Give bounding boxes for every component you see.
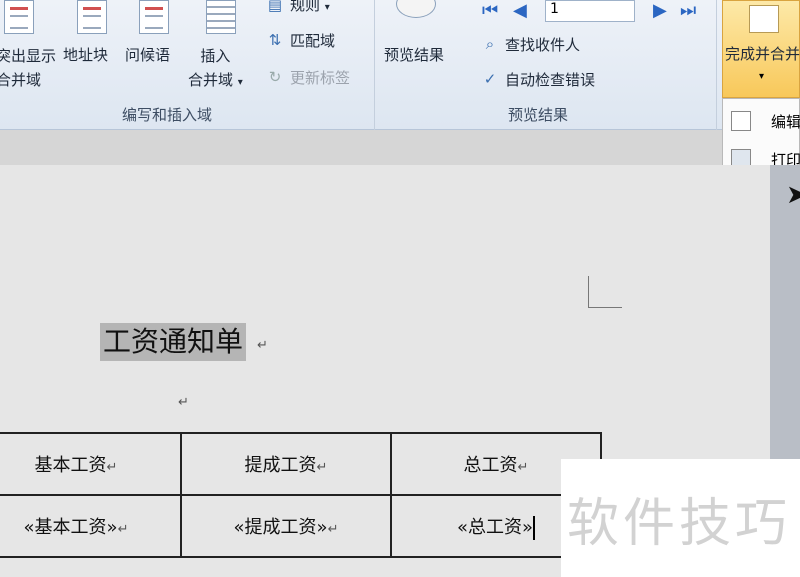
finish-merge-icon [749,5,779,33]
record-number-input[interactable]: 1 [545,0,635,22]
group-separator [374,0,375,130]
highlight-fields-button[interactable]: 突出显示 合并域 [0,44,56,92]
merge-field-cell[interactable]: «基本工资»↵ [0,494,182,558]
greeting-line-button[interactable]: 问候语 [125,44,170,65]
previous-record-icon[interactable]: ◀ [513,0,527,21]
finish-merge-label: 完成并合并 [725,45,800,63]
match-fields-button[interactable]: 匹配域 [290,30,335,51]
rules-icon: ▤ [267,0,283,14]
margin-corner-mark [588,276,622,308]
update-labels-icon: ↻ [268,68,282,86]
find-recipient-button[interactable]: 查找收件人 [505,34,580,55]
check-errors-button[interactable]: 自动检查错误 [505,69,595,90]
group-label-preview: 预览结果 [508,106,569,124]
watermark: 软件技巧 [561,459,800,577]
paragraph-mark-icon: ↵ [178,395,189,410]
edit-documents-icon [731,111,751,131]
address-block-button[interactable]: 地址块 [63,44,108,65]
first-record-icon[interactable]: ⏮ [482,0,498,21]
preview-results-button[interactable]: 预览结果 [384,44,444,65]
last-record-icon[interactable]: ⏭ [680,0,696,21]
cell-mark-icon: ↵ [327,522,339,537]
find-recipient-icon: ⌕ [485,35,495,53]
update-labels-button[interactable]: 更新标签 [290,67,350,88]
chevron-down-icon: ▾ [324,2,330,13]
table-row: 基本工资↵ 提成工资↵ 总工资↵ [0,432,602,496]
table-header-cell: 基本工资↵ [0,432,182,496]
rules-button[interactable]: 规则 ▾ [290,0,330,15]
next-record-icon[interactable]: ▶ [653,0,667,21]
document-title: 工资通知单 [100,323,247,361]
preview-results-icon [396,0,436,18]
cell-mark-icon: ↵ [106,460,118,475]
paragraph-mark-icon: ↵ [257,338,268,353]
finish-merge-button[interactable]: 完成并合并 ▾ [722,0,800,98]
cell-mark-icon: ↵ [517,460,529,475]
greeting-line-icon [139,0,169,34]
highlight-fields-icon [4,0,34,34]
table-row: «基本工资»↵ «提成工资»↵ «总工资» [0,494,602,558]
group-label-write-insert: 编写和插入域 [122,106,213,124]
cell-mark-icon: ↵ [316,460,328,475]
ribbon: 突出显示 合并域 地址块 问候语 插入 合并域 ▾ ▤ 规则 ▾ ⇅ 匹配域 ↻… [0,0,800,130]
insert-merge-field-icon [206,0,236,34]
check-errors-icon: ✓ [483,70,497,88]
mouse-pointer-icon: ➤ [786,180,800,210]
table-header-cell: 提成工资↵ [180,432,392,496]
match-fields-icon: ⇅ [268,31,282,49]
chevron-down-icon: ▾ [759,71,765,82]
insert-merge-field-button[interactable]: 插入 合并域 ▾ [188,44,243,95]
menu-item-edit[interactable]: 编辑 [723,103,800,139]
chevron-down-icon: ▾ [237,77,243,88]
cell-mark-icon: ↵ [117,522,129,537]
text-caret [533,515,536,540]
address-block-icon [77,0,107,34]
salary-table: 基本工资↵ 提成工资↵ 总工资↵ «基本工资»↵ «提成工资»↵ «总工资» [0,432,602,558]
group-separator [716,0,717,130]
merge-field-cell[interactable]: «提成工资»↵ [180,494,392,558]
